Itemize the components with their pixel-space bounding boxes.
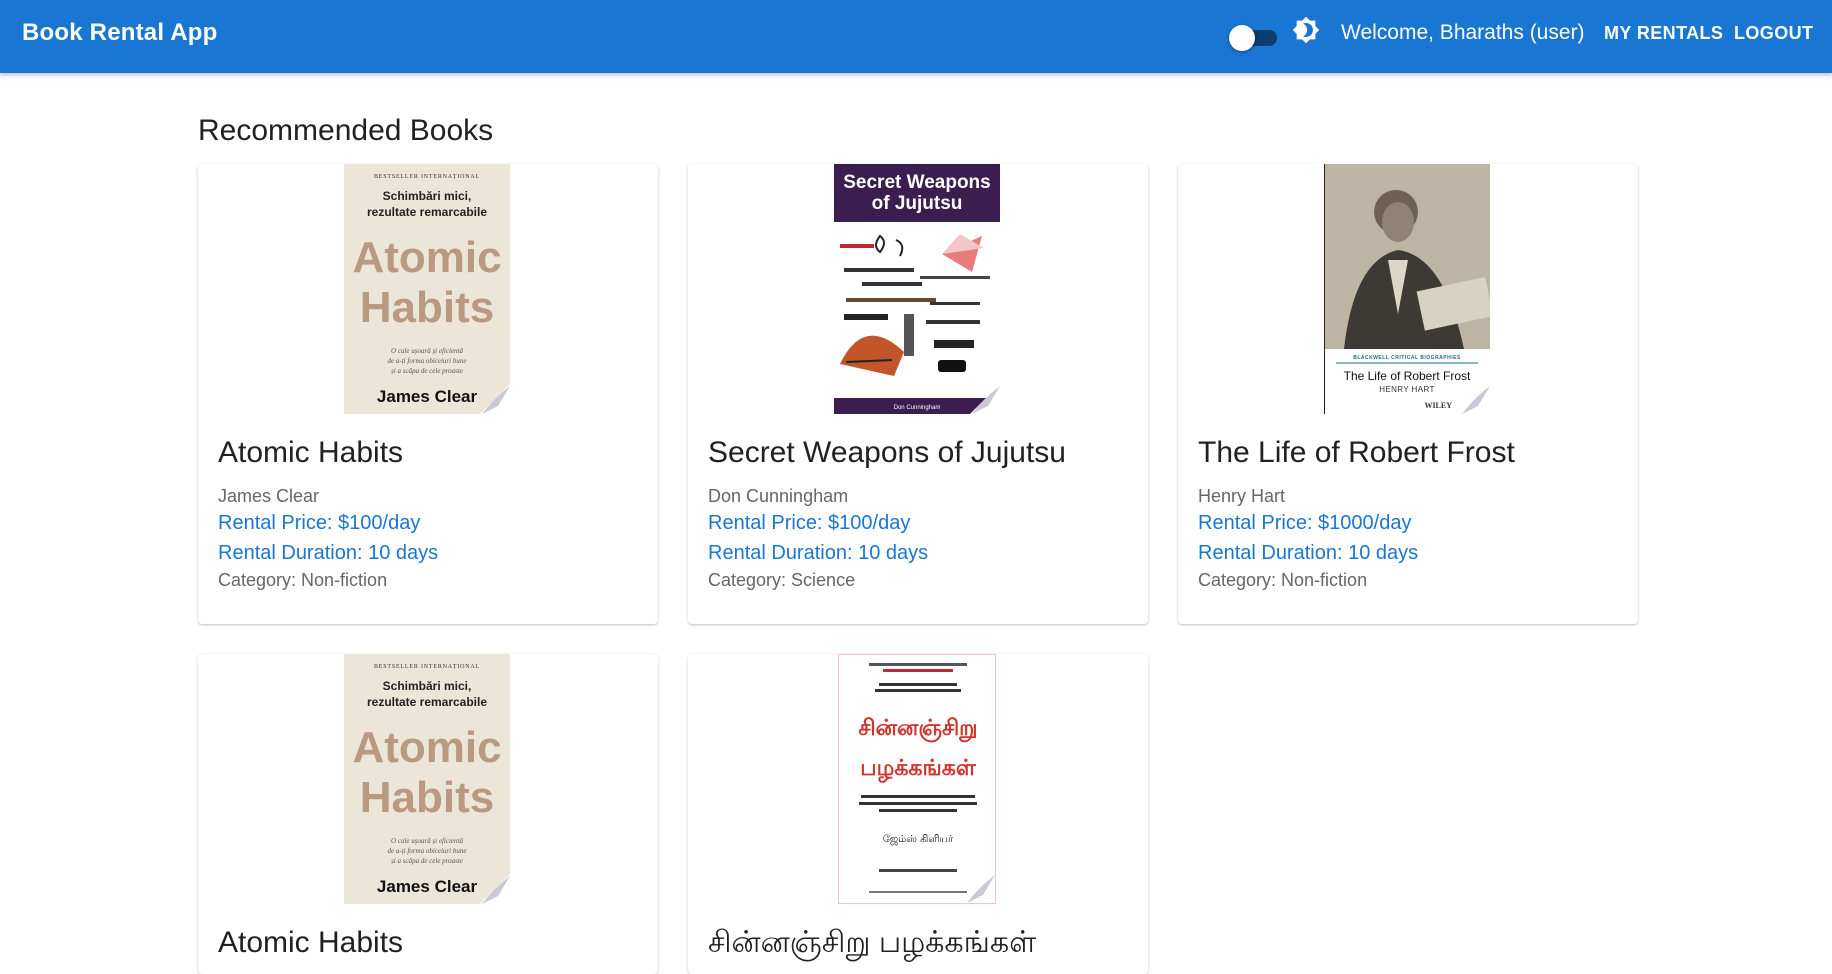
cover-author: ஜேம்ஸ் கிளியர்	[883, 834, 954, 845]
rental-price: Rental Price: $100/day	[218, 512, 421, 534]
cover-subtitle-1: Schimbări mici,	[383, 679, 472, 693]
cover-top-line: BESTSELLER INTERNAȚIONAL	[374, 174, 480, 180]
book-title: Atomic Habits	[218, 436, 404, 469]
page-curl-icon	[1460, 384, 1490, 414]
book-title: சின்னஞ்சிறு பழக்கங்கள்	[708, 926, 1037, 959]
book-author: Henry Hart	[1198, 486, 1286, 506]
rental-duration: Rental Duration: 10 days	[1198, 542, 1419, 564]
cover-title-1: சின்னஞ்சிறு	[858, 716, 977, 743]
cover-top-line: BESTSELLER INTERNAȚIONAL	[374, 664, 480, 670]
book-category: Category: Non-fiction	[218, 570, 388, 590]
app-bar: Book Rental App Welcome, Bharaths (user)…	[0, 0, 1832, 73]
switch-thumb[interactable]	[1229, 25, 1255, 51]
welcome-text: Welcome, Bharaths (user)	[1341, 21, 1585, 44]
cover-publisher: WILEY	[1424, 401, 1452, 410]
cover-author: James Clear	[377, 877, 478, 896]
page-curl-icon	[480, 874, 510, 904]
rental-price: Rental Price: $1000/day	[1198, 512, 1412, 534]
cover-tag-3: și a scăpa de cele proaste	[391, 367, 463, 375]
page-curl-icon	[970, 384, 1000, 414]
app-title[interactable]: Book Rental App	[22, 19, 217, 47]
book-title: Atomic Habits	[218, 926, 404, 959]
book-cover-image: BLACKWELL CRITICAL BIOGRAPHIES The Life …	[1324, 164, 1490, 414]
book-card-atomic-habits[interactable]: BESTSELLER INTERNAȚIONAL Schimbări mici,…	[198, 164, 658, 624]
logout-button[interactable]: LOGOUT	[1734, 23, 1813, 44]
cover-line-1: Secret Weapons	[843, 172, 990, 193]
cover-tag-2: de a-ți forma obiceiuri bune	[388, 847, 467, 855]
cover-word-1: Atomic	[352, 233, 501, 282]
rental-duration: Rental Duration: 10 days	[708, 542, 929, 564]
theme-toggle-switch[interactable]	[1229, 22, 1277, 51]
rental-duration: Rental Duration: 10 days	[218, 542, 439, 564]
cover-word-2: Habits	[360, 283, 494, 332]
cover-line-2: of Jujutsu	[872, 193, 963, 214]
cover-series: BLACKWELL CRITICAL BIOGRAPHIES	[1353, 355, 1461, 361]
book-card-secret-weapons[interactable]: Secret Weapons of Jujutsu Don Cunningham…	[688, 164, 1148, 624]
cover-word-1: Atomic	[352, 723, 501, 772]
cover-author: HENRY HART	[1379, 385, 1435, 394]
book-author: James Clear	[218, 486, 320, 506]
cover-subtitle-1: Schimbări mici,	[383, 189, 472, 203]
book-title: Secret Weapons of Jujutsu	[708, 436, 1066, 469]
rental-price: Rental Price: $100/day	[708, 512, 911, 534]
cover-subtitle-2: rezultate remarcabile	[367, 695, 487, 709]
cover-author: Don Cunningham	[894, 405, 941, 411]
book-category: Category: Science	[708, 570, 856, 590]
cover-title-2: பழக்கங்கள்	[860, 756, 977, 783]
brightness-icon[interactable]	[1292, 16, 1320, 44]
book-cover-image: BESTSELLER INTERNAȚIONAL Schimbări mici,…	[344, 654, 510, 904]
book-card-atomic-habits-2[interactable]: BESTSELLER INTERNAȚIONAL Schimbări mici,…	[198, 654, 658, 974]
book-title: The Life of Robert Frost	[1198, 436, 1515, 469]
book-cover-image: BESTSELLER INTERNAȚIONAL Schimbări mici,…	[344, 164, 510, 414]
page-curl-icon	[965, 873, 995, 903]
cover-word-2: Habits	[360, 773, 494, 822]
cover-tag-1: O cale ușoară și eficientă	[391, 837, 463, 845]
cover-tag-3: și a scăpa de cele proaste	[391, 857, 463, 865]
section-title: Recommended Books	[198, 114, 494, 147]
cover-title: The Life of Robert Frost	[1344, 369, 1471, 383]
my-rentals-button[interactable]: MY RENTALS	[1604, 23, 1723, 44]
cover-subtitle-2: rezultate remarcabile	[367, 205, 487, 219]
book-category: Category: Non-fiction	[1198, 570, 1368, 590]
cover-tag-1: O cale ușoară și eficientă	[391, 347, 463, 355]
book-author: Don Cunningham	[708, 486, 849, 506]
book-cover-image: Secret Weapons of Jujutsu Don Cunningham	[834, 164, 1000, 414]
book-card-robert-frost[interactable]: BLACKWELL CRITICAL BIOGRAPHIES The Life …	[1178, 164, 1638, 624]
book-cover-image: சின்னஞ்சிறு பழக்கங்கள் ஜேம்ஸ் கிளியர்	[838, 654, 996, 904]
book-card-tamil-edition[interactable]: சின்னஞ்சிறு பழக்கங்கள் ஜேம்ஸ் கிளியர் சி…	[688, 654, 1148, 974]
cover-author: James Clear	[377, 387, 478, 406]
page-curl-icon	[480, 384, 510, 414]
cover-tag-2: de a-ți forma obiceiuri bune	[388, 357, 467, 365]
